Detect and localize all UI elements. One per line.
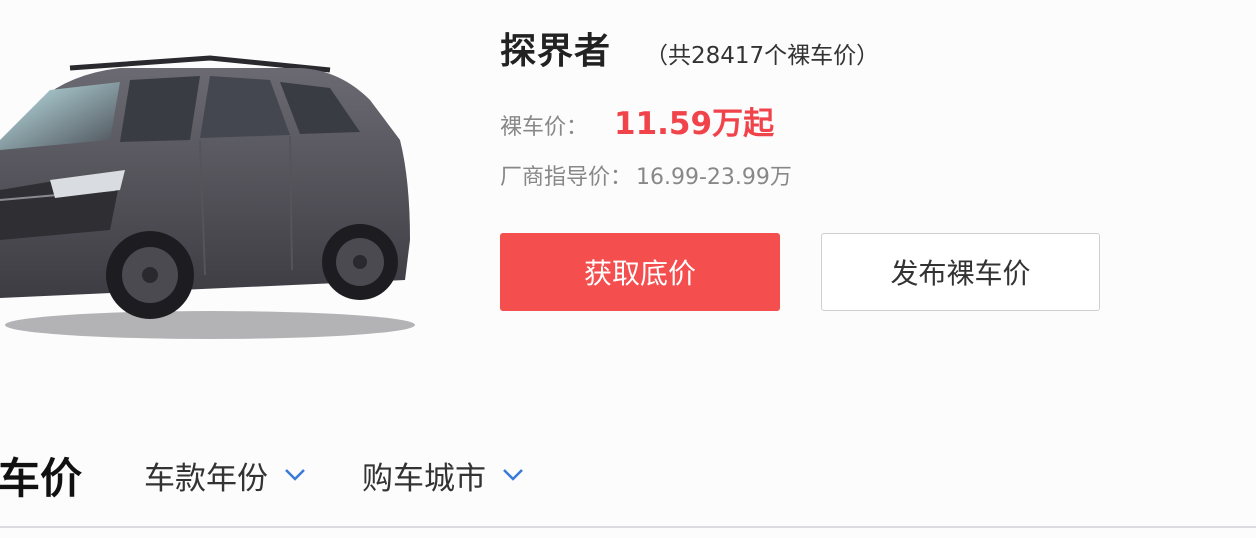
model-name[interactable]: 探界者 <box>500 22 611 74</box>
chevron-down-icon <box>285 469 305 481</box>
title-row: 探界者 （共28417个裸车价） <box>500 22 879 72</box>
car-image <box>0 55 415 339</box>
price-value: 11.59万起 <box>614 106 775 142</box>
model-year-dropdown[interactable]: 车款年份 <box>144 453 306 498</box>
filter-bar: 车价 车款年份 购车城市 <box>0 440 1256 510</box>
car-price-page: 探界者 （共28417个裸车价） 裸车价： 11.59万起 厂商指导价： 16.… <box>0 0 1256 538</box>
car-info: 探界者 （共28417个裸车价） 裸车价： 11.59万起 厂商指导价： 16.… <box>500 22 879 191</box>
price-label: 裸车价： <box>500 115 589 140</box>
divider <box>0 526 1256 528</box>
action-buttons: 获取底价 发布裸车价 <box>500 233 1100 311</box>
price-count: （共28417个裸车价） <box>645 43 880 69</box>
model-year-label: 车款年份 <box>144 460 269 497</box>
city-dropdown[interactable]: 购车城市 <box>362 453 524 498</box>
section-title: 车价 <box>0 453 83 503</box>
guide-price-label: 厂商指导价： <box>500 165 633 190</box>
publish-price-button[interactable]: 发布裸车价 <box>821 233 1100 311</box>
city-label: 购车城市 <box>362 460 487 497</box>
guide-price-value: 16.99-23.99万 <box>636 165 792 190</box>
get-lowest-price-button[interactable]: 获取底价 <box>500 233 780 311</box>
chevron-down-icon <box>503 469 523 481</box>
guide-price-row: 厂商指导价： 16.99-23.99万 <box>500 159 879 191</box>
price-row: 裸车价： 11.59万起 <box>500 98 879 143</box>
